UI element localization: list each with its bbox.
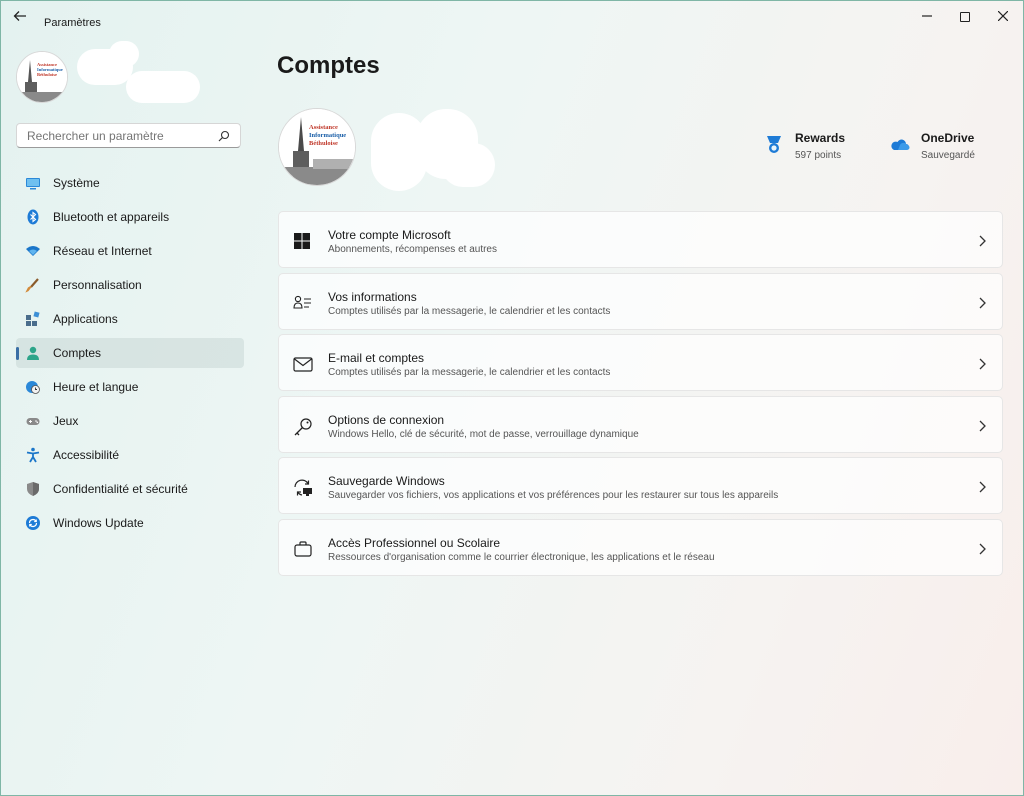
bluetooth-icon (25, 209, 41, 225)
sidebar-item-applications[interactable]: Applications (16, 304, 244, 334)
monitor-icon (25, 175, 41, 191)
mail-icon (293, 355, 313, 373)
title-bar: Paramètres (1, 1, 1023, 33)
apps-icon (25, 311, 41, 327)
redacted-email (126, 71, 200, 103)
onedrive-cloud-icon (890, 135, 910, 155)
brush-icon (25, 277, 41, 293)
sidebar-item-label: Personnalisation (53, 278, 142, 292)
sidebar-item-label: Applications (53, 312, 118, 326)
card-acces-professionnel[interactable]: Accès Professionnel ou Scolaire Ressourc… (278, 518, 1003, 576)
sidebar-item-label: Système (53, 176, 100, 190)
backup-sync-icon (293, 478, 313, 496)
sidebar-item-jeux[interactable]: Jeux (16, 406, 244, 436)
redacted-name-part (109, 41, 139, 67)
svg-text:Assistance: Assistance (309, 124, 338, 131)
avatar-large[interactable]: Assistance Informatique Béthuloise (278, 108, 356, 186)
sidebar-nav: Système Bluetooth et appareils Réseau et… (16, 168, 244, 542)
chevron-right-icon (978, 480, 986, 493)
card-title: Sauvegarde Windows (328, 474, 445, 488)
sidebar-item-label: Comptes (53, 346, 102, 360)
search-input[interactable] (25, 128, 219, 144)
chevron-right-icon (978, 419, 986, 431)
onedrive-status: Sauvegardé (921, 150, 975, 161)
svg-text:Béthuloise: Béthuloise (309, 140, 338, 147)
close-icon[interactable] (985, 5, 1021, 27)
search-icon[interactable] (218, 129, 232, 143)
sidebar-item-label: Heure et langue (53, 380, 139, 394)
gamepad-icon (25, 413, 41, 429)
card-vos-informations[interactable]: Vos informations Comptes utilisés par la… (278, 272, 1003, 330)
card-subtitle: Comptes utilisés par la messagerie, le c… (328, 305, 611, 317)
accessibility-icon (25, 447, 41, 463)
card-subtitle: Comptes utilisés par la messagerie, le c… (328, 367, 611, 378)
sidebar-item-confidentialite[interactable]: Confidentialité et sécurité (16, 474, 244, 504)
redacted-email (441, 143, 495, 187)
minimize-icon[interactable] (909, 5, 945, 27)
svg-text:Béthuloise: Béthuloise (37, 72, 57, 77)
rewards-name: Rewards (795, 131, 846, 145)
card-subtitle: Abonnements, récompenses et autres (328, 244, 497, 255)
sidebar-item-accessibilite[interactable]: Accessibilité (16, 440, 244, 470)
sidebar-item-comptes[interactable]: Comptes (16, 338, 244, 368)
shield-icon (25, 481, 41, 497)
card-subtitle: Ressources d'organisation comme le courr… (328, 551, 715, 563)
chevron-right-icon (978, 357, 986, 370)
chevron-right-icon (978, 234, 986, 247)
app-title: Paramètres (44, 17, 101, 29)
search-box[interactable] (16, 123, 241, 148)
sidebar-item-heure-langue[interactable]: Heure et langue (16, 372, 244, 402)
svg-text:Informatique: Informatique (309, 132, 346, 139)
windows-logo-icon (293, 232, 313, 250)
card-email-comptes[interactable]: E-mail et comptes Comptes utilisés par l… (278, 334, 1003, 391)
arrow-left-icon[interactable] (13, 9, 33, 25)
sidebar-item-label: Windows Update (53, 516, 144, 530)
sidebar-item-bluetooth[interactable]: Bluetooth et appareils (16, 202, 244, 232)
card-sauvegarde-windows[interactable]: Sauvegarde Windows Sauvegarder vos fichi… (278, 457, 1003, 514)
card-title: E-mail et comptes (328, 351, 425, 365)
sidebar-item-systeme[interactable]: Système (16, 168, 244, 198)
rewards-points: 597 points (795, 150, 842, 161)
globe-clock-icon (25, 379, 41, 395)
chevron-right-icon (978, 542, 986, 554)
key-icon (293, 417, 313, 435)
avatar-small[interactable]: Assistance Informatique Béthuloise (16, 51, 68, 103)
card-title: Votre compte Microsoft (328, 228, 451, 242)
wifi-icon (25, 243, 41, 259)
card-title: Options de connexion (328, 412, 445, 427)
update-icon (25, 515, 41, 531)
card-title: Vos informations (328, 289, 417, 304)
maximize-icon[interactable] (947, 5, 983, 27)
page-title: Comptes (277, 52, 380, 79)
card-subtitle: Windows Hello, clé de sécurité, mot de p… (328, 428, 639, 440)
sidebar-item-windows-update[interactable]: Windows Update (16, 508, 244, 538)
contact-card-icon (293, 294, 313, 312)
card-options-connexion[interactable]: Options de connexion Windows Hello, clé … (278, 395, 1003, 453)
briefcase-icon (293, 540, 313, 558)
card-title: Accès Professionnel ou Scolaire (328, 535, 501, 550)
card-microsoft-account[interactable]: Votre compte Microsoft Abonnements, réco… (278, 211, 1003, 268)
chevron-right-icon (978, 296, 986, 308)
sidebar-item-label: Réseau et Internet (53, 244, 152, 258)
onedrive-name: OneDrive (921, 131, 975, 145)
rewards-medal-icon (764, 135, 784, 155)
sidebar-item-label: Confidentialité et sécurité (53, 482, 188, 496)
sidebar-item-personnalisation[interactable]: Personnalisation (16, 270, 244, 300)
settings-window: Paramètres Assistance Informatique Béthu… (0, 0, 1024, 796)
account-settings-list: Votre compte Microsoft Abonnements, réco… (278, 211, 1003, 580)
person-icon (25, 345, 41, 361)
card-subtitle: Sauvegarder vos fichiers, vos applicatio… (328, 490, 779, 501)
sidebar-item-label: Jeux (53, 414, 79, 428)
sidebar-item-label: Accessibilité (53, 448, 120, 462)
sidebar-item-reseau[interactable]: Réseau et Internet (16, 236, 244, 266)
active-indicator (16, 347, 19, 360)
sidebar-item-label: Bluetooth et appareils (53, 210, 170, 224)
